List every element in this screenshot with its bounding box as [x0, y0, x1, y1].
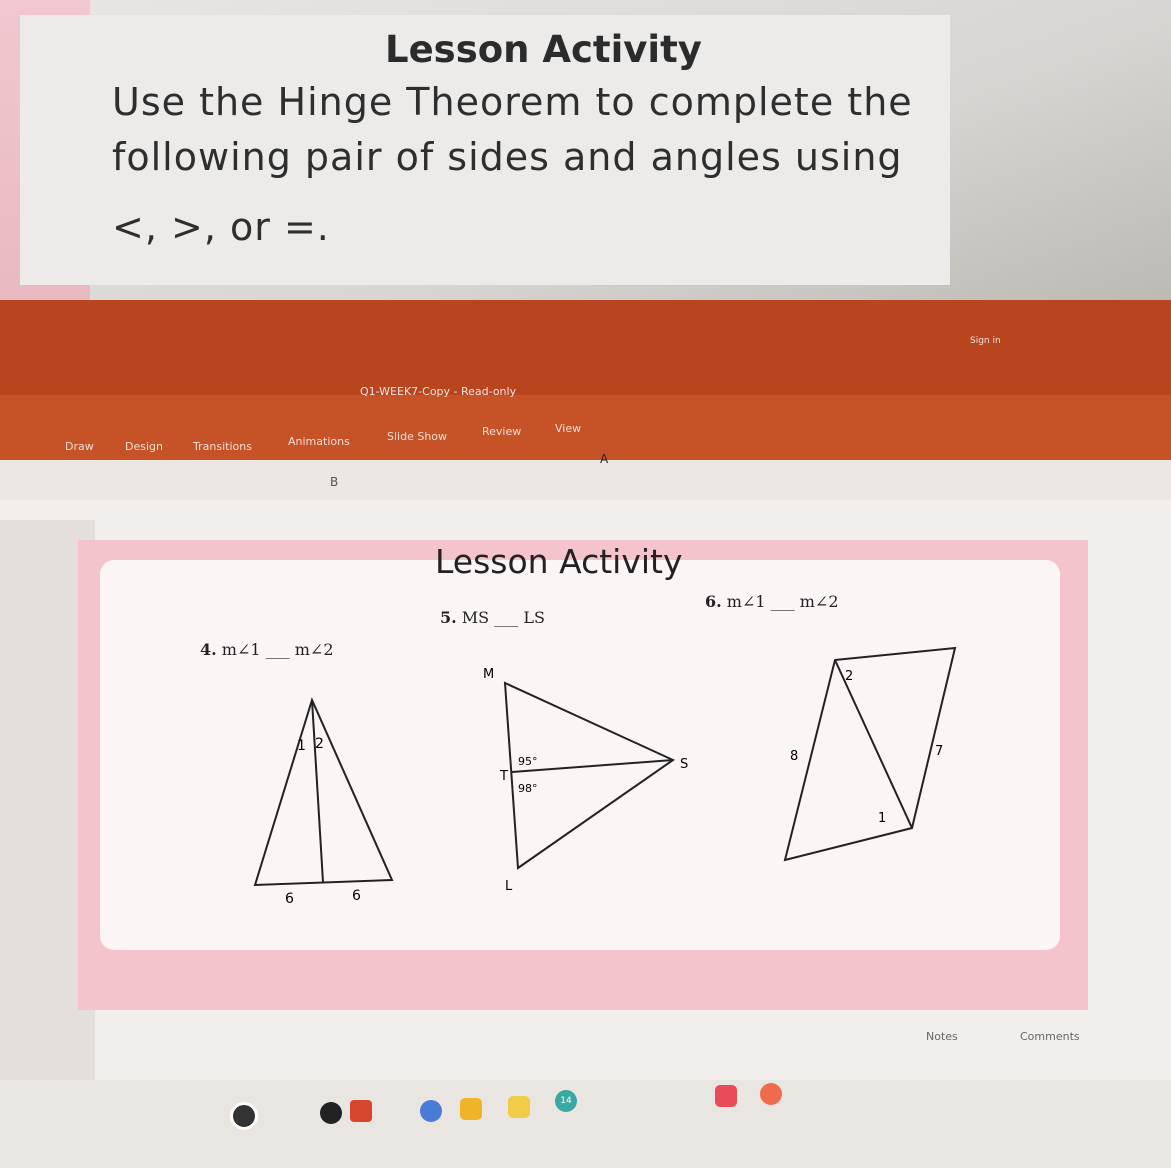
taskbar: 14: [0, 1080, 1171, 1168]
figure-4-triangle: [253, 697, 394, 887]
fig6-angle-2: 2: [845, 669, 853, 684]
fig6-angle-1: 1: [878, 811, 886, 826]
calendar-date: 14: [560, 1096, 572, 1106]
geometry-figures: 1 2 6 6 M T S L 95° 98° 2 8 7 1: [253, 646, 957, 907]
app-icon-x[interactable]: [715, 1085, 737, 1107]
app-icon-yellow[interactable]: [460, 1098, 482, 1120]
figure-5-triangles: [503, 681, 676, 870]
fig4-side-right: 6: [352, 888, 361, 904]
app-icon-music[interactable]: [350, 1100, 372, 1122]
fig6-side-8: 8: [790, 749, 798, 764]
fig5-vertex-T: T: [499, 769, 508, 784]
launcher-icon[interactable]: [230, 1102, 258, 1130]
fig5-vertex-L: L: [505, 879, 513, 894]
chrome-icon[interactable]: [420, 1100, 442, 1122]
fig5-vertex-M: M: [483, 667, 494, 682]
app-icon-n[interactable]: [320, 1102, 342, 1124]
fig6-side-7: 7: [935, 744, 943, 759]
app-icon-folder[interactable]: [508, 1096, 530, 1118]
comments-button[interactable]: Comments: [1020, 1030, 1080, 1043]
fig5-angle-top: 95°: [518, 755, 538, 768]
figure-6-parallelogram: [783, 646, 957, 862]
fig4-side-left: 6: [285, 891, 294, 907]
fig4-angle-2: 2: [315, 736, 324, 752]
calendar-icon[interactable]: 14: [555, 1090, 577, 1112]
notes-button[interactable]: Notes: [926, 1030, 958, 1043]
fig4-angle-1: 1: [297, 738, 306, 754]
app-icon-red[interactable]: [760, 1083, 782, 1105]
fig5-angle-bottom: 98°: [518, 782, 538, 795]
fig5-vertex-S: S: [680, 757, 688, 772]
